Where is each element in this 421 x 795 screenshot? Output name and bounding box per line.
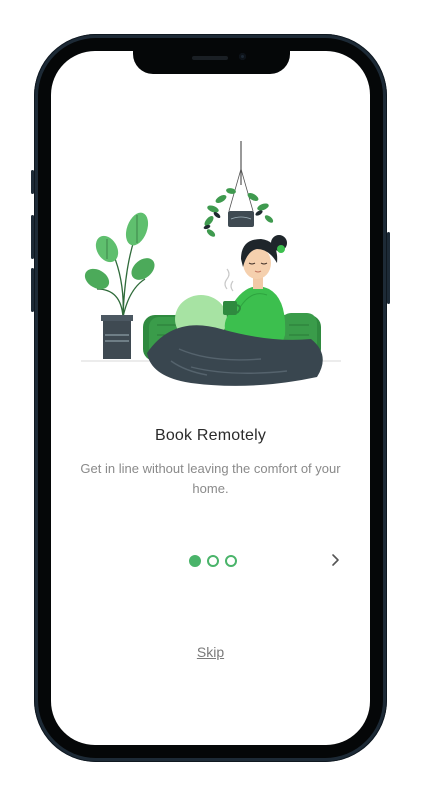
onboarding-title: Book Remotely <box>154 427 267 444</box>
page-dot-3[interactable] <box>225 555 237 567</box>
onboarding-subtitle: Get in line without leaving the comfort … <box>80 461 341 496</box>
phone-notch <box>133 51 290 74</box>
chevron-right-icon <box>332 554 339 566</box>
next-button[interactable] <box>327 552 343 568</box>
power-button <box>387 232 390 304</box>
onboarding-screen: Book Remotely Get in line without leavin… <box>51 51 370 745</box>
page-indicator <box>189 555 237 567</box>
page: Book Remotely Get in line without leavin… <box>0 0 421 795</box>
skip-button[interactable]: Skip <box>51 644 370 660</box>
woman-reading-illustration <box>81 141 341 386</box>
page-dot-2[interactable] <box>207 555 219 567</box>
front-camera <box>239 53 246 60</box>
page-dot-1[interactable] <box>189 555 201 567</box>
speaker-grille <box>192 56 228 60</box>
